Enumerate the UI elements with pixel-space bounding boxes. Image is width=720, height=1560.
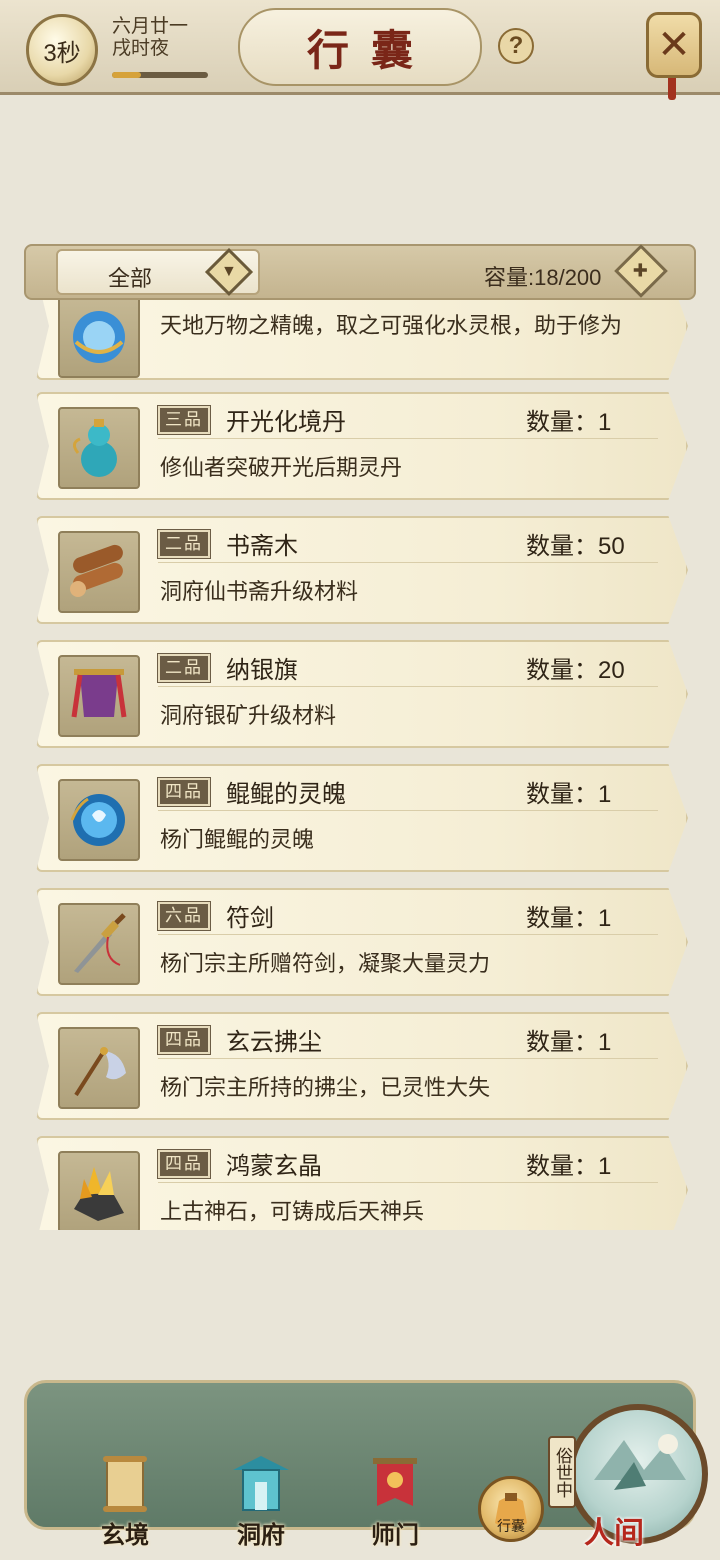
nav-label-bag: 行囊 <box>497 1519 525 1535</box>
item-name: 纳银旗 <box>226 657 298 684</box>
divider <box>158 1058 658 1059</box>
item-name: 鲲鲲的灵魄 <box>226 781 346 808</box>
nav-xuanjing[interactable]: 玄境 <box>80 1452 170 1552</box>
expand-capacity-button[interactable]: ✚ <box>614 244 668 298</box>
list-item[interactable]: 二品 纳银旗 数量：20 洞府银矿升级材料 <box>36 640 688 748</box>
item-quantity: 数量：1 <box>526 1029 612 1056</box>
item-list[interactable]: 天地万物之精魄，取之可强化水灵根，助于修为 三品 开光化境丹 数量：1 修仙者突… <box>24 300 696 1230</box>
wood-logs-icon <box>58 531 140 613</box>
help-icon: ? <box>508 32 524 59</box>
sword-icon <box>58 903 140 985</box>
item-quantity: 数量：1 <box>526 905 612 932</box>
date-line-2: 戌时夜 <box>112 38 170 59</box>
nav-label-dongfu: 洞府 <box>237 1520 285 1549</box>
world-status-tag: 俗世中 <box>548 1436 576 1508</box>
divider <box>158 810 658 811</box>
category-selected: 全部 <box>108 266 153 291</box>
item-description: 杨门宗主所持的拂尘，已灵性大失 <box>160 1075 491 1100</box>
nav-label-shimen: 师门 <box>371 1520 419 1549</box>
item-grade: 三品 <box>157 405 211 435</box>
page-title: 行囊 <box>306 25 435 75</box>
item-quantity: 数量：1 <box>526 409 612 436</box>
divider <box>158 438 658 439</box>
list-item[interactable]: 三品 开光化境丹 数量：1 修仙者突破开光后期灵丹 <box>36 392 688 500</box>
item-grade: 四品 <box>157 1149 211 1179</box>
day-progress-fill <box>112 72 141 78</box>
date-line-1: 六月廿一 <box>112 16 189 37</box>
item-grade: 四品 <box>157 777 211 807</box>
close-icon: ✕ <box>657 23 691 67</box>
item-name: 鸿蒙玄晶 <box>226 1153 322 1180</box>
scroll-icon <box>103 1456 147 1512</box>
item-quantity: 数量：1 <box>526 1153 612 1180</box>
nav-label-world: 人间 <box>584 1516 644 1551</box>
divider <box>158 934 658 935</box>
divider <box>158 686 658 687</box>
item-grade: 四品 <box>157 1025 211 1055</box>
tassel-decoration <box>668 78 676 100</box>
item-name: 开光化境丹 <box>226 409 346 436</box>
item-name: 玄云拂尘 <box>226 1029 322 1056</box>
item-description: 杨门鲲鲲的灵魄 <box>160 827 315 852</box>
banner-flag-icon <box>58 655 140 737</box>
nav-dongfu[interactable]: 洞府 <box>216 1452 306 1552</box>
item-grade: 二品 <box>157 653 211 683</box>
filter-bar: 全部 ▼ 容量:18/200 ✚ <box>24 244 696 300</box>
list-item[interactable]: 二品 书斋木 数量：50 洞府仙书斋升级材料 <box>36 516 688 624</box>
water-spirit-orb-icon <box>58 300 140 378</box>
category-dropdown[interactable]: 全部 ▼ <box>56 247 260 297</box>
timer-text: 3秒 <box>43 39 81 67</box>
pavilion-icon <box>233 1456 289 1511</box>
top-bar: 3秒 六月廿一 戌时夜 行囊 ? ✕ <box>0 0 720 100</box>
item-description: 杨门宗主所赠符剑，凝聚大量灵力 <box>160 951 491 976</box>
sect-banner-icon <box>373 1458 417 1506</box>
list-item[interactable]: 天地万物之精魄，取之可强化水灵根，助于修为 <box>36 300 688 380</box>
day-progress-bar <box>112 72 208 78</box>
list-item[interactable]: 四品 鲲鲲的灵魄 数量：1 杨门鲲鲲的灵魄 <box>36 764 688 872</box>
list-item[interactable]: 六品 符剑 数量：1 杨门宗主所赠符剑，凝聚大量灵力 <box>36 888 688 996</box>
chevron-down-icon: ▼ <box>204 247 254 297</box>
divider <box>158 562 658 563</box>
list-item[interactable]: 四品 鸿蒙玄晶 数量：1 上古神石，可铸成后天神兵 <box>36 1136 688 1230</box>
plus-icon: ✚ <box>633 260 649 281</box>
item-grade: 六品 <box>157 901 211 931</box>
item-grade: 二品 <box>157 529 211 559</box>
item-quantity: 数量：20 <box>526 657 625 684</box>
item-quantity: 数量：50 <box>526 533 625 560</box>
item-name: 符剑 <box>226 905 274 932</box>
divider <box>158 1182 658 1183</box>
countdown-timer: 3秒 <box>26 14 98 86</box>
whisk-icon <box>58 1027 140 1109</box>
item-quantity: 数量：1 <box>526 781 612 808</box>
game-date: 六月廿一 戌时夜 <box>112 16 188 60</box>
list-item[interactable]: 四品 玄云拂尘 数量：1 杨门宗主所持的拂尘，已灵性大失 <box>36 1012 688 1120</box>
item-description: 上古神石，可铸成后天神兵 <box>160 1199 425 1224</box>
help-button[interactable]: ? <box>498 28 534 64</box>
crystal-ore-icon <box>58 1151 140 1230</box>
capacity-text: 容量:18/200 <box>484 265 602 290</box>
nav-shimen[interactable]: 师门 <box>350 1452 440 1552</box>
item-description: 洞府银矿升级材料 <box>160 703 337 728</box>
blue-spirit-orb-icon <box>58 779 140 861</box>
item-description: 洞府仙书斋升级材料 <box>160 579 359 604</box>
item-name: 书斋木 <box>226 533 298 560</box>
item-description: 修仙者突破开光后期灵丹 <box>160 455 403 480</box>
close-button[interactable]: ✕ <box>646 12 702 78</box>
nav-label-xuanjing: 玄境 <box>101 1520 149 1549</box>
pill-gourd-icon <box>58 407 140 489</box>
item-description: 天地万物之精魄，取之可强化水灵根，助于修为 <box>160 313 623 338</box>
title-plate: 行囊 <box>238 8 482 86</box>
